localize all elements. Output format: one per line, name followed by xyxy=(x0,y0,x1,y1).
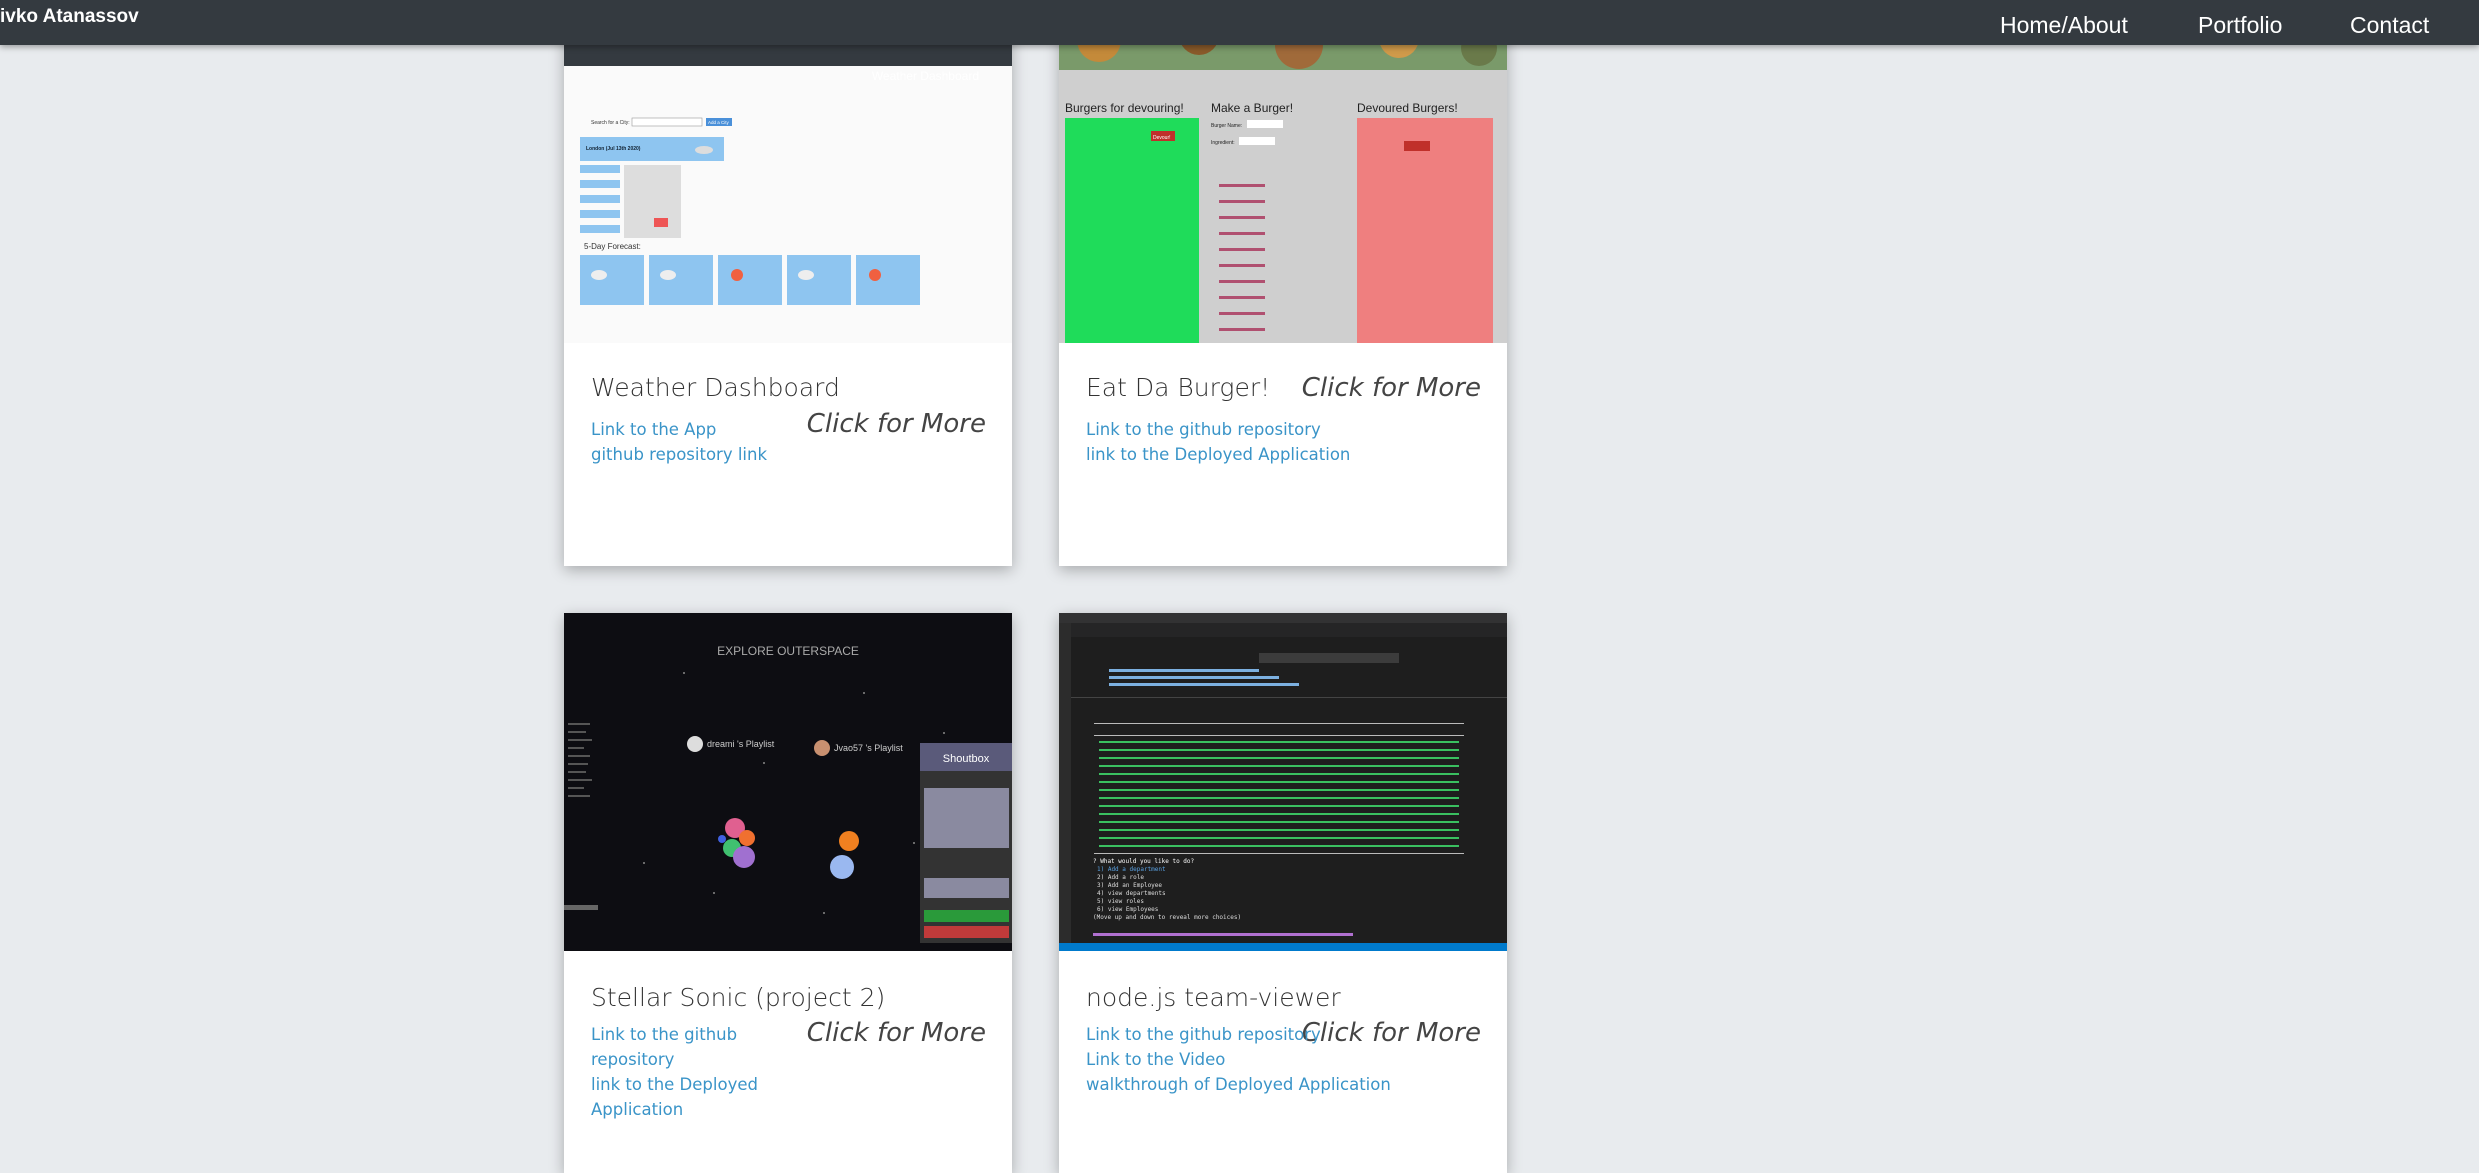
thumb-col3: Devoured Burgers! xyxy=(1357,101,1458,115)
card-links: Link to the github repository link to th… xyxy=(591,1022,821,1122)
card-links: Link to the App github repository link xyxy=(591,417,767,467)
thumb-menu-3: 3) Add an Employee xyxy=(1097,882,1162,889)
project-card-eat-da-burger[interactable]: Burgers for devouring! Make a Burger! De… xyxy=(1059,0,1507,566)
project-thumbnail[interactable]: EXPLORE OUTERSPACE dreami 's Playlist Jv… xyxy=(564,613,1012,951)
thumb-heading: EXPLORE OUTERSPACE xyxy=(717,644,859,658)
github-repository-link[interactable]: Link to the github repository xyxy=(1086,1022,1391,1047)
link-to-app[interactable]: Link to the App xyxy=(591,417,767,442)
click-for-more[interactable]: Click for More xyxy=(807,1018,986,1048)
project-card-weather-dashboard[interactable]: Weather Dashboard Search for a City: Add… xyxy=(564,0,1012,566)
card-links: Link to the github repository link to th… xyxy=(1086,417,1350,467)
project-card-team-viewer[interactable]: ? What would you like to do? 1) Add a de… xyxy=(1059,613,1507,1173)
thumb-search-button: Add a City xyxy=(708,120,730,125)
deployed-application-link[interactable]: link to the Deployed Application xyxy=(591,1072,821,1122)
thumb-menu-1: 1) Add a department xyxy=(1097,866,1166,873)
thumb-ingredient-label: Ingredient: xyxy=(1211,140,1235,146)
thumb-col2: Make a Burger! xyxy=(1211,101,1293,115)
project-thumbnail[interactable]: Burgers for devouring! Make a Burger! De… xyxy=(1059,0,1507,343)
project-thumbnail[interactable]: ? What would you like to do? 1) Add a de… xyxy=(1059,613,1507,951)
thumb-prompt: ? What would you like to do? xyxy=(1093,858,1195,865)
top-navbar: ivko Atanassov Home/About Portfolio Cont… xyxy=(0,0,2479,45)
github-repository-link[interactable]: Link to the github repository xyxy=(591,1022,821,1072)
video-link[interactable]: Link to the Video xyxy=(1086,1047,1391,1072)
card-title: Stellar Sonic (project 2) xyxy=(591,983,886,1012)
project-thumbnail[interactable]: Weather Dashboard Search for a City: Add… xyxy=(564,0,1012,343)
thumb-shoutbox: Shoutbox xyxy=(943,753,990,765)
card-title: node.js team-viewer xyxy=(1086,983,1341,1012)
thumb-col1: Burgers for devouring! xyxy=(1065,101,1184,115)
thumb-menu-2: 2) Add a role xyxy=(1097,874,1144,881)
thumb-menu-5: 5) view roles xyxy=(1097,898,1144,905)
github-repository-link[interactable]: Link to the github repository xyxy=(1086,417,1350,442)
thumb-city-heading: London (Jul 13th 2020) xyxy=(586,146,641,152)
thumb-burger-name-label: Burger Name: xyxy=(1211,123,1242,129)
thumb-devour-button: Devour! xyxy=(1153,135,1171,141)
click-for-more[interactable]: Click for More xyxy=(807,409,986,439)
nav-contact[interactable]: Contact xyxy=(2350,12,2429,39)
nav-portfolio[interactable]: Portfolio xyxy=(2198,12,2282,39)
thumb-header-title: Weather Dashboard xyxy=(872,69,979,83)
github-repository-link[interactable]: github repository link xyxy=(591,442,767,467)
walkthrough-link[interactable]: walkthrough of Deployed Application xyxy=(1086,1072,1391,1097)
thumb-hint: (Move up and down to reveal more choices… xyxy=(1093,914,1241,921)
nav-home-about[interactable]: Home/About xyxy=(2000,12,2128,39)
card-title: Eat Da Burger! xyxy=(1086,373,1271,402)
card-links: Link to the github repository Link to th… xyxy=(1086,1022,1391,1097)
thumb-menu-6: 6) view Employees xyxy=(1097,906,1159,913)
card-title: Weather Dashboard xyxy=(591,373,840,402)
deployed-application-link[interactable]: link to the Deployed Application xyxy=(1086,442,1350,467)
thumb-menu-4: 4) view departments xyxy=(1097,890,1166,897)
thumb-playlist2: Jvao57 's Playlist xyxy=(834,743,903,753)
brand-name[interactable]: ivko Atanassov xyxy=(0,6,139,28)
click-for-more[interactable]: Click for More xyxy=(1302,373,1481,403)
project-card-stellar-sonic[interactable]: EXPLORE OUTERSPACE dreami 's Playlist Jv… xyxy=(564,613,1012,1173)
thumb-playlist1: dreami 's Playlist xyxy=(707,739,775,749)
thumb-search-label: Search for a City: xyxy=(591,120,630,126)
thumb-forecast-label: 5-Day Forecast: xyxy=(584,242,641,251)
